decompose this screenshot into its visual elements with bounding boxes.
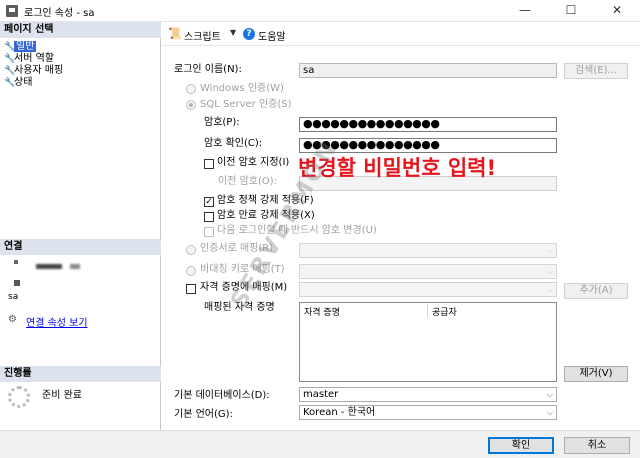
default-db-combo[interactable]: master ⌵ bbox=[299, 387, 557, 402]
progress-spinner-icon bbox=[8, 386, 30, 408]
window-title: 로그인 속성 - sa bbox=[24, 8, 95, 19]
table-header-credential[interactable]: 자격 증명 bbox=[304, 305, 340, 318]
app-icon bbox=[6, 5, 18, 17]
script-icon: 📜 bbox=[168, 27, 182, 40]
title-bar: 로그인 속성 - sa — ☐ ✕ bbox=[0, 0, 640, 22]
maximize-button[interactable]: ☐ bbox=[548, 0, 594, 21]
cert-mapped-radio[interactable] bbox=[186, 245, 196, 255]
asym-key-mapped-radio[interactable] bbox=[186, 266, 196, 276]
asym-key-combo[interactable]: ⌵ bbox=[299, 264, 557, 279]
remove-button[interactable]: 제거(V) bbox=[564, 366, 628, 382]
column-divider bbox=[427, 304, 428, 317]
minimize-button[interactable]: — bbox=[502, 0, 548, 21]
must-change-checkbox[interactable] bbox=[204, 227, 214, 237]
wrench-icon: 🔧 bbox=[4, 42, 16, 52]
table-header-provider[interactable]: 공급자 bbox=[432, 305, 457, 318]
connection-properties-icon: ⚙ bbox=[8, 314, 17, 325]
password-field[interactable]: ●●●●●●●●●●●●●●● bbox=[299, 117, 557, 132]
blurred-server-info bbox=[36, 264, 62, 269]
windows-auth-label: Windows 인증(W) bbox=[200, 83, 284, 94]
script-button[interactable]: 스크립트 bbox=[184, 28, 221, 43]
close-button[interactable]: ✕ bbox=[594, 0, 640, 21]
default-db-label: 기본 데이터베이스(D): bbox=[174, 390, 270, 401]
confirm-password-label: 암호 확인(C): bbox=[204, 138, 263, 149]
chevron-down-icon: ⌵ bbox=[546, 390, 553, 399]
windows-auth-radio[interactable] bbox=[186, 84, 196, 94]
credential-mapped-checkbox[interactable] bbox=[186, 284, 196, 294]
chevron-down-icon: ⌵ bbox=[546, 285, 553, 294]
default-lang-combo[interactable]: Korean - 한국어 ⌵ bbox=[299, 405, 557, 420]
blurred-server-info bbox=[70, 264, 80, 269]
cancel-button[interactable]: 취소 bbox=[564, 437, 630, 454]
credentials-table[interactable]: 자격 증명 공급자 bbox=[299, 302, 557, 382]
chevron-down-icon[interactable]: ▼ bbox=[230, 28, 236, 37]
cert-combo[interactable]: ⌵ bbox=[299, 243, 557, 258]
help-button[interactable]: 도움말 bbox=[258, 28, 286, 43]
toolbar: 📜 스크립트 ▼ ? 도움말 bbox=[162, 22, 640, 46]
blurred-server-info bbox=[14, 280, 20, 286]
enforce-expiration-checkbox[interactable] bbox=[204, 212, 214, 222]
progress-header: 진행률 bbox=[0, 366, 161, 382]
specify-old-password-checkbox[interactable] bbox=[204, 159, 214, 169]
nav-item-user-mapping[interactable]: 🔧사용자 매핑 bbox=[4, 65, 63, 77]
login-name-field[interactable]: sa bbox=[299, 63, 557, 78]
search-button[interactable]: 검색(E)... bbox=[564, 63, 628, 79]
help-icon: ? bbox=[243, 28, 255, 40]
enforce-policy-checkbox[interactable]: ✓ bbox=[204, 197, 214, 207]
nav-item-status[interactable]: 🔧상태 bbox=[4, 77, 32, 89]
wrench-icon: 🔧 bbox=[4, 54, 16, 64]
nav-item-general[interactable]: 🔧일반 bbox=[4, 41, 37, 53]
chevron-down-icon: ⌵ bbox=[546, 408, 553, 417]
chevron-down-icon: ⌵ bbox=[546, 246, 553, 255]
login-name-label: 로그인 이름(N): bbox=[174, 64, 242, 75]
sql-auth-radio[interactable] bbox=[186, 100, 196, 110]
default-lang-label: 기본 언어(G): bbox=[174, 409, 233, 420]
add-button[interactable]: 추가(A) bbox=[564, 283, 628, 299]
specify-old-password-label: 이전 암호 지정(I) bbox=[217, 157, 290, 168]
old-password-label: 이전 암호(O): bbox=[218, 176, 278, 187]
connection-header: 연결 bbox=[0, 239, 161, 255]
left-panel: 페이지 선택 🔧일반 🔧서버 역할 🔧사용자 매핑 🔧상태 연결 sa ⚙ 연결… bbox=[0, 22, 161, 430]
wrench-icon: 🔧 bbox=[4, 78, 16, 88]
wrench-icon: 🔧 bbox=[4, 66, 16, 76]
view-connection-properties-link[interactable]: 연결 속성 보기 bbox=[26, 314, 88, 329]
page-select-header: 페이지 선택 bbox=[0, 22, 161, 38]
blurred-server-info bbox=[14, 260, 18, 264]
ok-button[interactable]: 확인 bbox=[488, 437, 554, 454]
password-label: 암호(P): bbox=[204, 117, 240, 128]
chevron-down-icon: ⌵ bbox=[546, 267, 553, 276]
button-bar: 확인 취소 bbox=[0, 430, 640, 458]
nav-item-server-roles[interactable]: 🔧서버 역할 bbox=[4, 53, 54, 65]
credential-combo[interactable]: ⌵ bbox=[299, 282, 557, 297]
progress-status: 준비 완료 bbox=[42, 390, 82, 401]
sql-auth-label: SQL Server 인증(S) bbox=[200, 99, 292, 110]
connection-user: sa bbox=[8, 292, 19, 302]
